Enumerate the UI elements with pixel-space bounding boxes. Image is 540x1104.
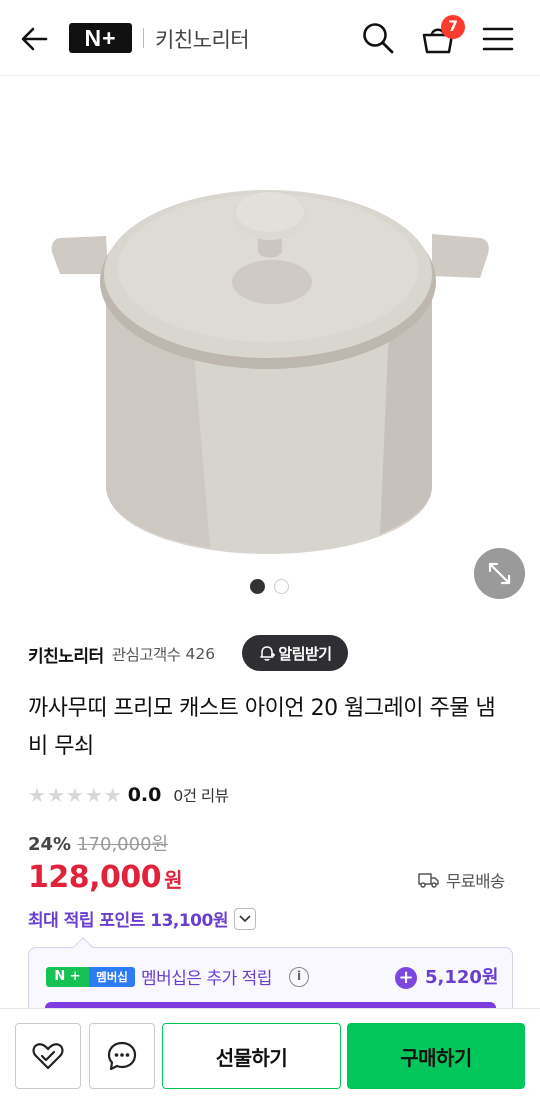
hamburger-menu-icon[interactable]: [481, 22, 515, 56]
follower-count: 426: [185, 645, 216, 663]
search-icon[interactable]: [360, 20, 396, 56]
alarm-subscribe-button[interactable]: 알림받기: [242, 635, 348, 671]
gallery-dot-active[interactable]: [250, 579, 265, 594]
star-icon: ★: [28, 783, 46, 807]
membership-text: 멤버십은 추가 적립: [141, 969, 272, 989]
truck-icon: [418, 873, 439, 888]
price-discount-row: 24% 170,000원: [28, 830, 168, 856]
currency-unit: 원: [164, 868, 183, 892]
arrow-left-icon[interactable]: [18, 22, 52, 56]
follower-label: 관심고객수: [111, 646, 181, 664]
cart-count-badge: 7: [441, 15, 465, 39]
shipping-info: 무료배송: [418, 868, 505, 892]
star-icon: ★: [84, 783, 103, 807]
max-points-label: 최대 적립 포인트 13,100원: [28, 911, 228, 931]
original-price: 170,000원: [77, 834, 169, 855]
naver-plus-logo[interactable]: N+: [69, 23, 132, 53]
info-icon[interactable]: i: [289, 967, 309, 987]
bell-plus-icon: [260, 646, 276, 661]
star-icon: ★: [65, 783, 84, 807]
discount-rate: 24%: [28, 834, 72, 855]
store-info-row: 키친노리터 관심고객수 426: [28, 637, 215, 671]
naver-membership-badge: N + 멤버십: [46, 967, 135, 987]
badge-membership: 멤버십: [89, 967, 135, 987]
price-row: 128,000 원: [28, 860, 183, 895]
expand-icon[interactable]: [474, 548, 525, 599]
buy-button[interactable]: 구매하기: [347, 1023, 525, 1089]
top-header: N+ 키친노리터 7: [0, 0, 540, 76]
gallery-dot[interactable]: [274, 579, 289, 594]
star-icon: ★: [103, 783, 122, 807]
chat-button[interactable]: [89, 1023, 155, 1089]
header-store-name[interactable]: 키친노리터: [155, 24, 250, 54]
wishlist-button[interactable]: [15, 1023, 81, 1089]
rating-score: 0.0: [127, 784, 162, 806]
chat-bubble-icon: [107, 1041, 137, 1071]
badge-naver-plus: N +: [46, 967, 89, 987]
alarm-label: 알림받기: [278, 644, 332, 663]
star-icon: ★: [46, 783, 65, 807]
max-points-toggle[interactable]: 최대 적립 포인트 13,100원: [28, 906, 256, 931]
product-image-gallery[interactable]: [0, 76, 540, 610]
header-divider: [143, 28, 144, 48]
membership-points: 5,120원: [425, 967, 499, 988]
review-count[interactable]: 0건 리뷰: [173, 784, 229, 806]
store-name[interactable]: 키친노리터: [28, 642, 104, 667]
plus-circle-icon: +: [395, 967, 417, 989]
product-image[interactable]: [40, 186, 500, 586]
heart-check-icon: [32, 1043, 64, 1070]
chevron-down-icon[interactable]: [233, 907, 256, 930]
product-title: 까사무띠 프리모 캐스트 아이언 20 웜그레이 주물 냄비 무쇠: [28, 696, 496, 759]
shipping-label: 무료배송: [446, 872, 505, 891]
gift-button[interactable]: 선물하기: [162, 1023, 341, 1089]
sale-price: 128,000: [28, 860, 162, 895]
star-rating: ★ ★ ★ ★ ★: [28, 785, 122, 805]
rating-row[interactable]: ★ ★ ★ ★ ★ 0.0 0건 리뷰: [28, 782, 229, 808]
